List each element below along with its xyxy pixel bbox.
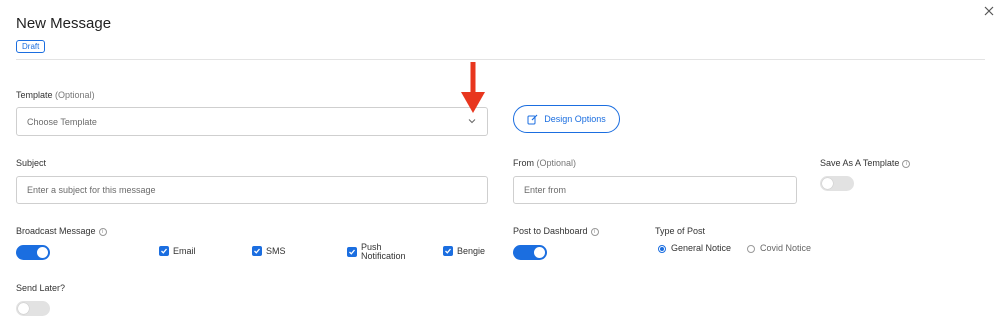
broadcast-toggle[interactable] (16, 245, 50, 260)
toggle-knob (18, 303, 29, 314)
covid-notice-label: Covid Notice (760, 243, 812, 253)
modal-title: New Message (16, 15, 112, 32)
push-checkbox-group[interactable]: Push Notification (347, 243, 406, 261)
check-icon (349, 249, 355, 255)
template-label: Template (Optional) (16, 90, 95, 100)
email-checkbox[interactable] (159, 246, 169, 256)
dashboard-label-text: Post to Dashboard (513, 226, 588, 236)
push-notification-checkbox[interactable] (347, 247, 357, 257)
dashboard-toggle[interactable] (513, 245, 547, 260)
from-label: From (Optional) (513, 158, 576, 168)
subject-placeholder: Enter a subject for this message (27, 185, 156, 195)
toggle-knob (534, 247, 545, 258)
toggle-knob (37, 247, 48, 258)
broadcast-label-text: Broadcast Message (16, 226, 96, 236)
close-icon[interactable] (983, 5, 995, 17)
info-icon[interactable]: i (590, 228, 599, 236)
check-icon (445, 248, 451, 254)
broadcast-label: Broadcast Message i (16, 226, 107, 236)
info-icon[interactable]: i (902, 160, 911, 168)
subject-input[interactable]: Enter a subject for this message (16, 176, 488, 204)
sms-checkbox[interactable] (252, 246, 262, 256)
template-select[interactable]: Choose Template (16, 107, 488, 136)
email-label: Email (173, 245, 196, 256)
covid-notice-option[interactable]: Covid Notice (747, 244, 811, 253)
dashboard-label: Post to Dashboard i (513, 226, 599, 236)
bengie-checkbox-group[interactable]: Bengie (443, 246, 485, 256)
check-icon (161, 248, 167, 254)
check-icon (254, 248, 260, 254)
edit-icon (527, 114, 538, 124)
push-label-line2: Notification (361, 251, 406, 261)
send-later-toggle[interactable] (16, 301, 50, 316)
general-notice-option[interactable]: General Notice (658, 244, 731, 253)
design-options-button[interactable]: Design Options (513, 105, 620, 133)
info-icon[interactable]: i (98, 228, 107, 236)
from-placeholder: Enter from (524, 185, 567, 195)
chevron-down-icon[interactable] (467, 117, 477, 125)
from-optional-text: (Optional) (536, 158, 577, 168)
bengie-label: Bengie (457, 245, 486, 256)
template-label-text: Template (16, 90, 53, 100)
template-select-placeholder: Choose Template (27, 116, 97, 127)
from-input[interactable]: Enter from (513, 176, 797, 204)
push-notification-label: Push Notification (361, 243, 406, 261)
bengie-checkbox[interactable] (443, 246, 453, 256)
general-notice-radio[interactable] (658, 244, 666, 253)
header-divider (16, 59, 985, 60)
red-arrow-annotation-icon (461, 62, 485, 113)
type-of-post-label: Type of Post (655, 226, 706, 236)
save-template-label-text: Save As A Template (820, 158, 900, 168)
sms-checkbox-group[interactable]: SMS (252, 246, 286, 256)
email-checkbox-group[interactable]: Email (159, 246, 196, 256)
send-later-label: Send Later? (16, 283, 66, 293)
save-template-toggle[interactable] (820, 176, 854, 191)
save-template-label: Save As A Template i (820, 158, 911, 168)
sms-label: SMS (266, 245, 286, 256)
subject-label: Subject (16, 158, 47, 168)
general-notice-label: General Notice (671, 243, 732, 253)
covid-notice-radio[interactable] (747, 244, 755, 253)
status-badge: Draft (16, 40, 46, 53)
template-optional-text: (Optional) (55, 90, 95, 100)
from-label-text: From (513, 158, 534, 168)
design-options-label: Design Options (544, 114, 606, 124)
toggle-knob (822, 178, 833, 189)
